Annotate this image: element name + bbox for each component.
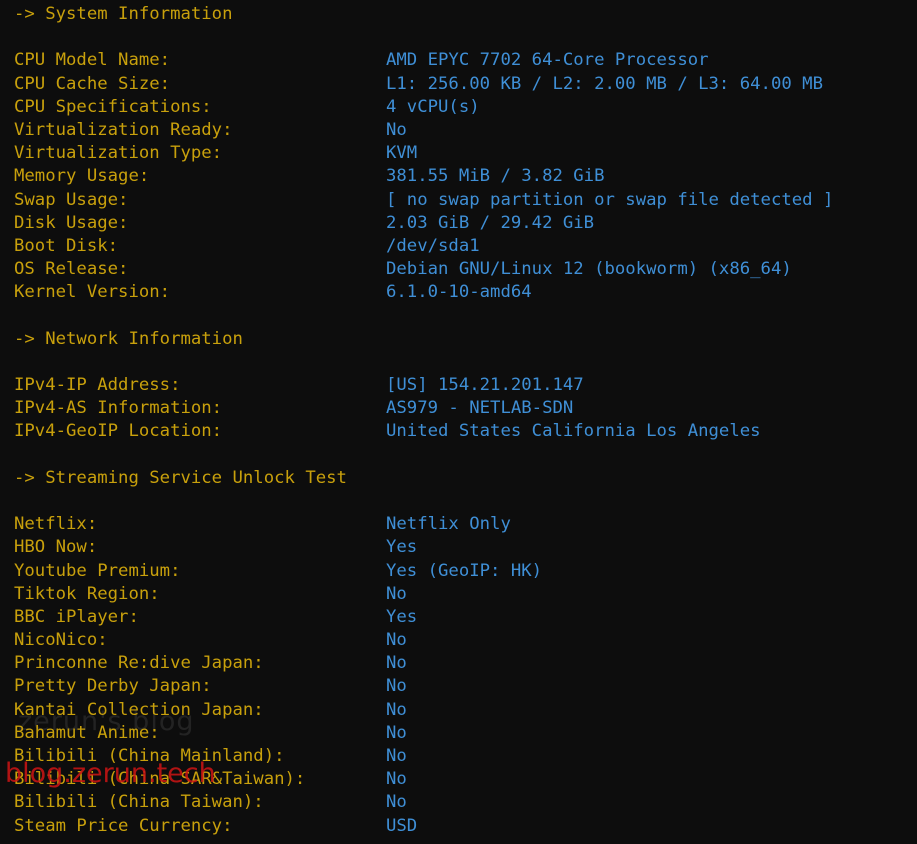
- info-row-label: CPU Model Name:: [14, 50, 171, 71]
- section-heading: -> Network Information: [14, 328, 243, 349]
- info-row: Princonne Re:dive Japan: No: [14, 652, 833, 675]
- info-row-label: Tiktok Region:: [14, 583, 160, 604]
- info-row-label: Bilibili (China Mainland):: [14, 746, 285, 766]
- section-heading: -> System Information: [14, 4, 233, 24]
- info-row-label: Virtualization Type:: [14, 143, 223, 164]
- info-row-value: No: [386, 653, 407, 674]
- info-row-value: [ no swap partition or swap file detecte…: [386, 189, 834, 210]
- info-row: Netflix: Netflix Only: [14, 513, 833, 536]
- info-row-value: 381.55 MiB / 3.82 GiB: [386, 166, 605, 187]
- info-row-label: IPv4-AS Information:: [14, 398, 223, 419]
- info-row-value: 6.1.0-10-amd64: [386, 282, 532, 303]
- info-row-label: NicoNico:: [14, 630, 108, 651]
- info-row-value: Yes: [386, 537, 418, 558]
- info-row: Bilibili (China SAR&Taiwan): No: [14, 768, 833, 791]
- info-row-label: HBO Now:: [14, 537, 98, 558]
- info-row-label: Bahamut Anime:: [14, 722, 160, 743]
- info-row: IPv4-IP Address: [US] 154.21.201.147: [14, 374, 833, 397]
- info-row-value: No: [386, 792, 407, 813]
- info-row-value: United States California Los Angeles: [386, 421, 761, 442]
- info-row-label: Disk Usage:: [14, 212, 129, 233]
- info-row-label: Boot Disk:: [14, 235, 119, 256]
- info-row: NicoNico: No: [14, 629, 833, 652]
- info-row-value: No: [386, 746, 407, 766]
- info-row: Kernel Version: 6.1.0-10-amd64: [14, 281, 833, 304]
- info-row-label: Pretty Derby Japan:: [14, 676, 212, 697]
- info-row: Disk Usage: 2.03 GiB / 29.42 GiB: [14, 212, 833, 235]
- info-row-value: AMD EPYC 7702 64-Core Processor: [386, 50, 709, 71]
- info-row: CPU Model Name: AMD EPYC 7702 64-Core Pro…: [14, 49, 833, 72]
- info-row: OS Release: Debian GNU/Linux 12 (bookworm…: [14, 258, 833, 281]
- info-row-label: BBC iPlayer:: [14, 606, 139, 627]
- section-heading: -> Streaming Service Unlock Test: [14, 467, 347, 488]
- info-row: Steam Price Currency: USD: [14, 815, 833, 838]
- info-row: Boot Disk: /dev/sda1: [14, 235, 833, 258]
- info-row: Pretty Derby Japan: No: [14, 675, 833, 698]
- info-row-value: 4 vCPU(s): [386, 96, 480, 117]
- info-row-value: Yes: [386, 606, 418, 627]
- info-row-label: Kernel Version:: [14, 282, 171, 303]
- info-row-label: OS Release:: [14, 259, 129, 280]
- info-row: IPv4-GeoIP Location: United States Califo…: [14, 420, 833, 443]
- info-row-value: /dev/sda1: [386, 235, 480, 256]
- info-row-label: Memory Usage:: [14, 166, 150, 187]
- info-row-value: No: [386, 583, 407, 604]
- terminal-window: zerun's blog blog.zerun.tech -> System I…: [0, 0, 917, 844]
- info-row-value: No: [386, 699, 407, 720]
- info-row: Virtualization Ready: No: [14, 119, 833, 142]
- info-row-label: Kantai Collection Japan:: [14, 699, 264, 720]
- info-row: Bilibili (China Mainland): No: [14, 745, 833, 768]
- info-row-label: Steam Price Currency:: [14, 815, 233, 836]
- info-row-label: IPv4-IP Address:: [14, 375, 181, 395]
- info-row: Bahamut Anime: No: [14, 722, 833, 745]
- info-row-label: CPU Specifications:: [14, 96, 212, 117]
- info-row: Memory Usage: 381.55 MiB / 3.82 GiB: [14, 165, 833, 188]
- info-row-value: KVM: [386, 143, 418, 164]
- info-row-value: Yes (GeoIP: HK): [386, 560, 543, 581]
- info-row: Kantai Collection Japan: No: [14, 699, 833, 722]
- info-row: IPv4-AS Information: AS979 - NETLAB-SDN: [14, 397, 833, 420]
- info-row-value: No: [386, 630, 407, 651]
- info-row: Swap Usage: [ no swap partition or swap f…: [14, 189, 833, 212]
- info-row-value: No: [386, 769, 407, 790]
- info-row-label: Virtualization Ready:: [14, 119, 233, 140]
- info-row-value: L1: 256.00 KB / L2: 2.00 MB / L3: 64.00 …: [386, 73, 823, 94]
- info-row-label: Youtube Premium:: [14, 560, 181, 581]
- info-row: HBO Now: Yes: [14, 536, 833, 559]
- info-row-value: AS979 - NETLAB-SDN: [386, 398, 574, 419]
- info-row: BBC iPlayer: Yes: [14, 606, 833, 629]
- info-row: Bilibili (China Taiwan): No: [14, 791, 833, 814]
- info-row-label: Bilibili (China SAR&Taiwan):: [14, 769, 306, 790]
- info-row: Virtualization Type: KVM: [14, 142, 833, 165]
- info-row: Youtube Premium: Yes (GeoIP: HK): [14, 560, 833, 583]
- info-row-label: Bilibili (China Taiwan):: [14, 792, 264, 813]
- info-row: CPU Cache Size: L1: 256.00 KB / L2: 2.00 …: [14, 73, 833, 96]
- info-row-label: Netflix:: [14, 514, 98, 535]
- info-row-label: Princonne Re:dive Japan:: [14, 653, 264, 674]
- info-row-value: USD: [386, 815, 418, 836]
- info-row-label: IPv4-GeoIP Location:: [14, 421, 223, 442]
- info-row-label: Swap Usage:: [14, 189, 129, 210]
- info-row-value: No: [386, 119, 407, 140]
- info-row-value: Netflix Only: [386, 514, 511, 535]
- info-row: Tiktok Region: No: [14, 583, 833, 606]
- terminal-output: -> System Information CPU Model Name: AMD…: [14, 3, 833, 838]
- info-row-value: No: [386, 676, 407, 697]
- info-row: CPU Specifications: 4 vCPU(s): [14, 96, 833, 119]
- info-row-value: No: [386, 722, 407, 743]
- info-row-value: Debian GNU/Linux 12 (bookworm) (x86_64): [386, 259, 792, 280]
- info-row-label: CPU Cache Size:: [14, 73, 171, 94]
- info-row-value: [US] 154.21.201.147: [386, 375, 584, 395]
- info-row-value: 2.03 GiB / 29.42 GiB: [386, 212, 595, 233]
